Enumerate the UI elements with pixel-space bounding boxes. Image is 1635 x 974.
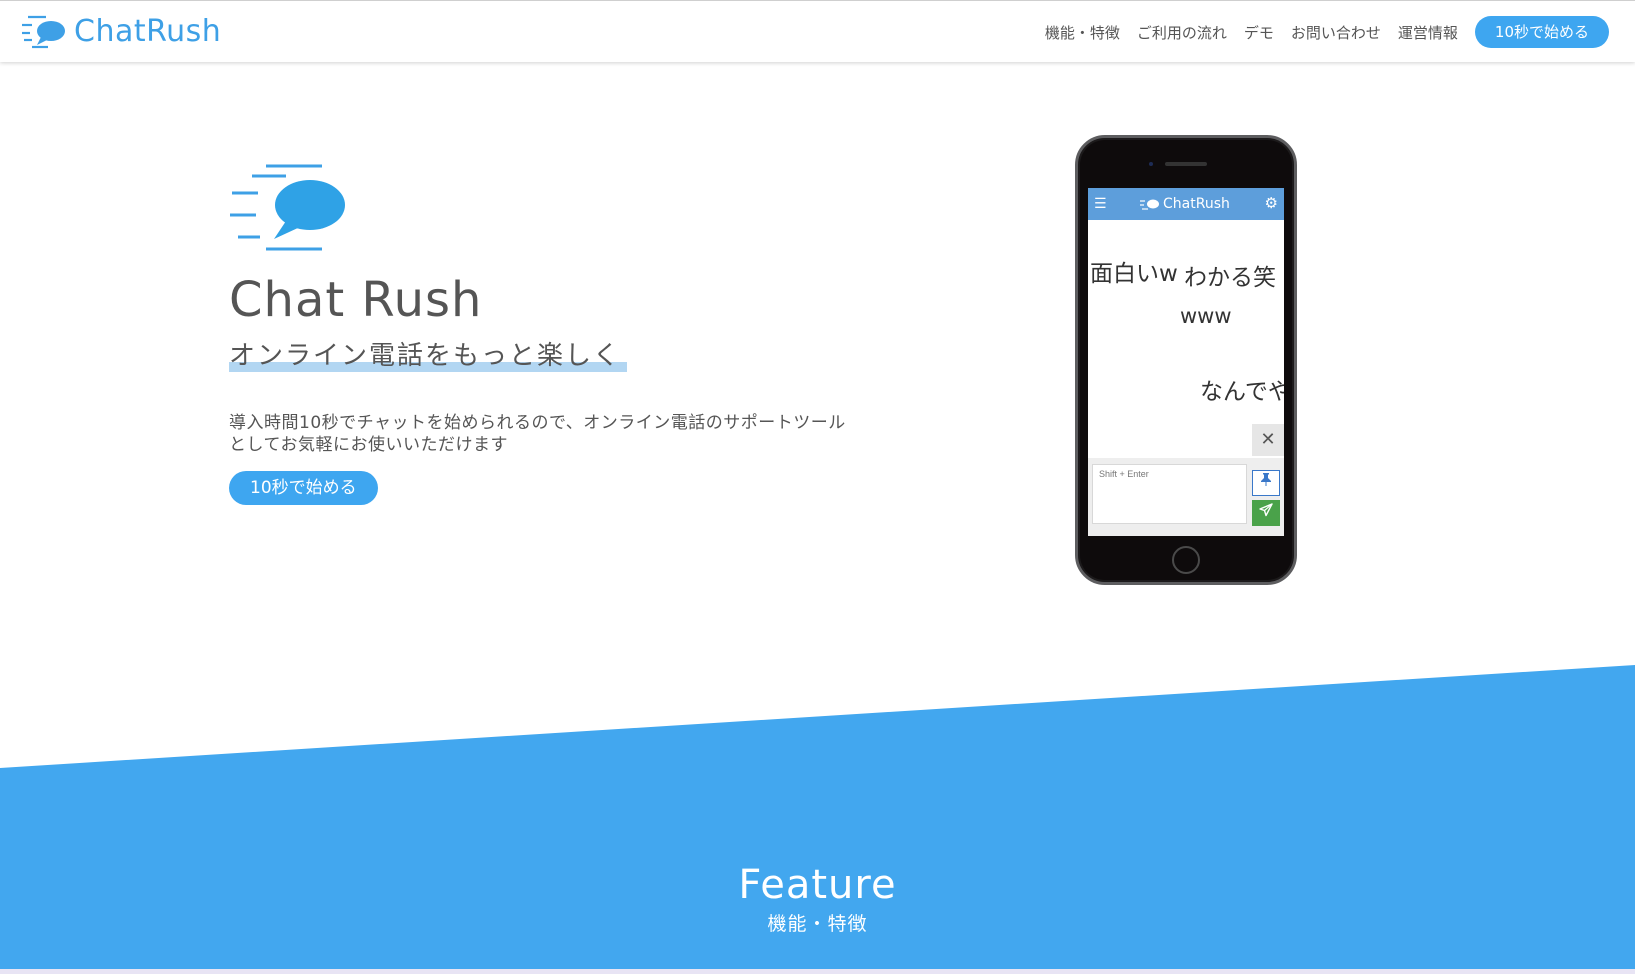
nav-item-operator[interactable]: 運営情報 (1398, 22, 1458, 43)
phone-screen: ☰ ChatRush ⚙ 面白いw わかる笑 www なんでや ✕ Shift … (1088, 188, 1284, 536)
hero-start-button[interactable]: 10秒で始める (229, 471, 378, 505)
nav-item-features[interactable]: 機能・特徴 (1045, 22, 1120, 43)
hero-subtitle: オンライン電話をもっと楽しく (229, 341, 628, 373)
brand-name: ChatRush (74, 14, 222, 49)
brand-logo[interactable]: ChatRush (22, 13, 221, 51)
pin-icon[interactable] (1252, 470, 1280, 496)
phone-mockup: ☰ ChatRush ⚙ 面白いw わかる笑 www なんでや ✕ Shift … (1075, 135, 1297, 585)
phone-home-button (1172, 546, 1200, 574)
gear-icon[interactable]: ⚙ (1265, 194, 1278, 212)
hero-description-line2: としてお気軽にお使いいただけます (229, 435, 508, 455)
hero-description: 導入時間10秒でチャットを始められるので、オンライン電話のサポートツール として… (229, 412, 909, 456)
app-bar: ☰ ChatRush ⚙ (1088, 188, 1284, 220)
nav-item-contact[interactable]: お問い合わせ (1291, 22, 1381, 43)
hamburger-menu-icon[interactable]: ☰ (1094, 195, 1107, 213)
nav-item-flow[interactable]: ご利用の流れ (1137, 22, 1227, 43)
chat-input[interactable]: Shift + Enter (1092, 464, 1247, 524)
feature-subtitle: 機能・特徴 (767, 913, 868, 935)
hero-logo-icon (230, 164, 345, 251)
chat-input-area: Shift + Enter (1088, 458, 1284, 536)
chat-bubble-logo-icon (1140, 199, 1159, 210)
phone-speaker (1165, 162, 1207, 166)
site-header: ChatRush 機能・特徴 ご利用の流れ デモ お問い合わせ 運営情報 10秒… (0, 0, 1635, 62)
close-icon[interactable]: ✕ (1252, 424, 1284, 456)
hero-description-line1: 導入時間10秒でチャットを始められるので、オンライン電話のサポートツール (229, 413, 846, 433)
next-section-edge (0, 969, 1635, 974)
nav-item-demo[interactable]: デモ (1244, 22, 1274, 43)
chat-message: www (1180, 304, 1232, 328)
hero-title: Chat Rush (229, 272, 483, 328)
send-icon[interactable] (1252, 500, 1280, 526)
chat-message: わかる笑 (1184, 265, 1276, 291)
main-nav: 機能・特徴 ご利用の流れ デモ お問い合わせ 運営情報 10秒で始める (1028, 16, 1609, 48)
header-start-button[interactable]: 10秒で始める (1474, 16, 1609, 48)
feature-title: Feature (738, 862, 897, 908)
phone-camera (1149, 162, 1153, 166)
app-title: ChatRush (1140, 195, 1230, 213)
chat-message: なんでや (1200, 379, 1284, 405)
chat-message: 面白いw (1090, 261, 1178, 287)
app-title-text: ChatRush (1163, 196, 1230, 212)
chat-bubble-logo-icon (22, 15, 65, 49)
